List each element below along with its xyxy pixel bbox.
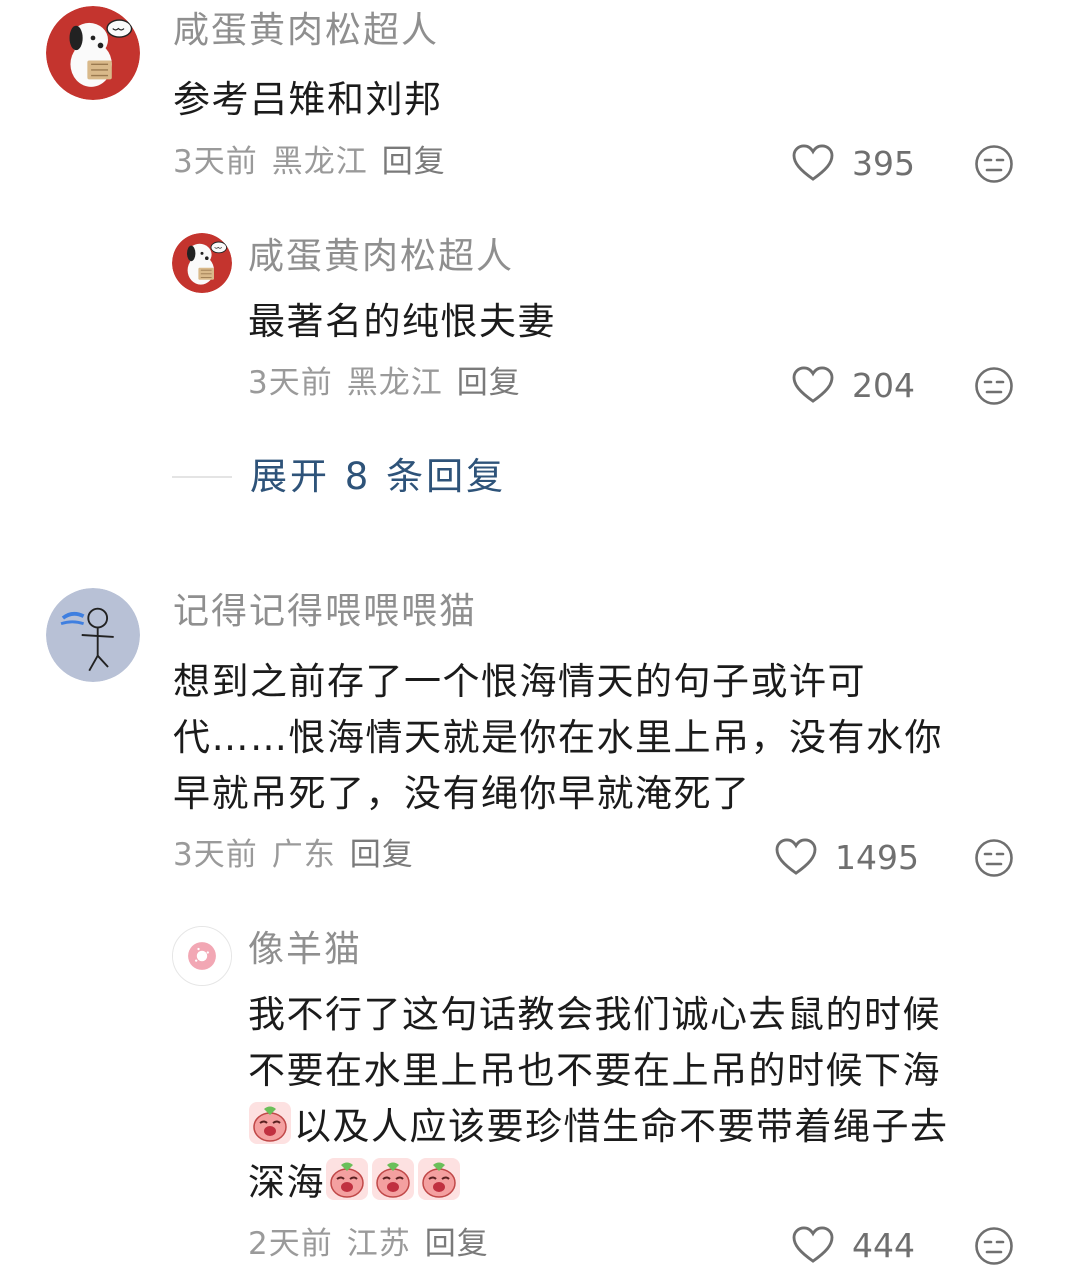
reply-location: 黑龙江 [346,365,443,401]
comment-username[interactable]: 记得记得喂喂喂猫 [173,594,477,630]
like-button[interactable]: 444 [792,1226,915,1264]
crying-peach-emoji-icon [371,1157,415,1201]
donut-avatar-icon [173,927,231,985]
heart-outline-icon [792,144,834,181]
comment-text: 想到之前存了一个恨海情天的句子或许可 代……恨海情天就是你在水里上吊，没有水你 … [173,654,943,822]
dog-avatar-icon [46,6,140,100]
reply-text: 我不行了这句话教会我们诚心去鼠的时候 不要在水里上吊也不要在上吊的时候下海 以及… [248,987,949,1211]
reply-text-line-tail: 以及人应该要珍惜生命不要带着绳子去 [294,1105,949,1148]
reply-button[interactable]: 回复 [350,837,414,873]
heart-outline-icon [775,838,817,875]
expand-replies-button[interactable]: 展开 8 条回复 [172,458,506,495]
reply-meta: 3天前 黑龙江 回复 [248,368,535,399]
comment-username[interactable]: 咸蛋黄肉松超人 [173,13,439,49]
heart-outline-icon [792,1226,834,1263]
user-avatar[interactable] [46,6,140,100]
comment-time: 3天前 [173,144,258,180]
comment-text-line: 想到之前存了一个恨海情天的句子或许可 [173,660,866,703]
comment-text: 参考吕雉和刘邦 [173,78,443,121]
stick-figure-avatar-icon [46,588,140,682]
like-button[interactable]: 395 [792,144,915,182]
reply-username[interactable]: 像羊猫 [248,932,362,968]
reply-location: 江苏 [346,1226,411,1262]
reply-text-line: 深海 [248,1155,949,1211]
like-button[interactable]: 204 [792,366,915,404]
reply-text-line: 以及人应该要珍惜生命不要带着绳子去 [248,1099,949,1155]
expand-replies-label: 展开 8 条回复 [250,455,507,498]
comment-meta: 3天前 广东 回复 [173,840,428,871]
reply-text-line: 不要在水里上吊也不要在上吊的时候下海 [248,1049,941,1092]
user-avatar[interactable] [46,588,140,682]
like-button[interactable]: 1495 [775,838,919,876]
dog-avatar-icon [172,233,232,293]
reply-text-line: 我不行了这句话教会我们诚心去鼠的时候 [248,993,941,1036]
crying-peach-emoji-icon [325,1157,369,1201]
comment-text-line: 早就吊死了，没有绳你早就淹死了 [173,772,751,815]
reply-time: 3天前 [248,365,333,401]
reply-button[interactable]: 回复 [382,144,446,180]
crying-peach-emoji-icon [417,1157,461,1201]
comment-meta: 3天前 黑龙江 回复 [173,147,460,178]
expand-divider [172,475,232,478]
reply-text: 最著名的纯恨夫妻 [248,300,556,343]
like-count: 204 [852,365,915,405]
neutral-face-icon[interactable] [974,1226,1014,1266]
like-count: 395 [852,143,915,183]
comment-location: 广东 [271,837,336,873]
comment-time: 3天前 [173,837,258,873]
reply-button[interactable]: 回复 [457,365,521,401]
reply-avatar[interactable] [172,926,232,986]
reply-text-line-tail: 深海 [248,1161,325,1204]
crying-peach-emoji-icon [248,1101,292,1145]
neutral-face-icon[interactable] [974,366,1014,406]
comment-location: 黑龙江 [271,144,368,180]
heart-outline-icon [792,366,834,403]
reply-button[interactable]: 回复 [425,1226,489,1262]
reply-meta: 2天前 江苏 回复 [248,1229,503,1260]
reply-time: 2天前 [248,1226,333,1262]
neutral-face-icon[interactable] [974,838,1014,878]
neutral-face-icon[interactable] [974,144,1014,184]
like-count: 1495 [835,837,919,877]
reply-avatar[interactable] [172,233,232,293]
comment-text-line: 代……恨海情天就是你在水里上吊，没有水你 [173,716,943,759]
reply-username[interactable]: 咸蛋黄肉松超人 [248,239,514,275]
like-count: 444 [852,1225,915,1265]
